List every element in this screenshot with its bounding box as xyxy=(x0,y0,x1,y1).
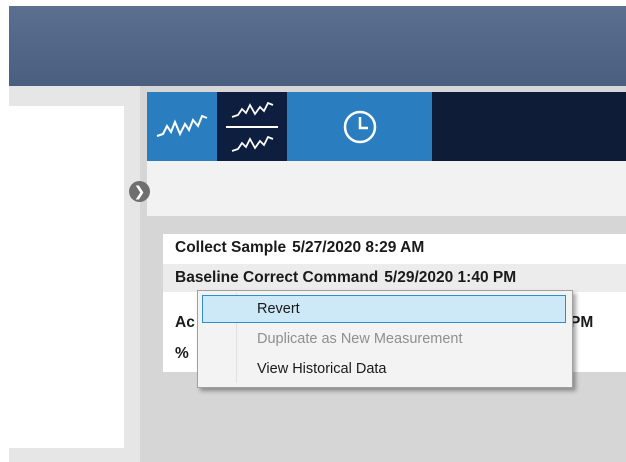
title-bar xyxy=(9,6,626,86)
spectrum-icon xyxy=(156,114,208,137)
menu-item-view-historical-data[interactable]: View Historical Data xyxy=(202,355,566,383)
history-row-label: Ac xyxy=(175,314,195,331)
split-spectrum-icon-top xyxy=(230,95,274,125)
history-row-label: Baseline Correct Command xyxy=(175,269,379,286)
history-row[interactable]: Baseline Correct Command 5/29/2020 1:40 P… xyxy=(163,264,626,292)
chevron-right-icon: ❯ xyxy=(133,183,146,199)
sub-toolbar xyxy=(147,161,626,216)
split-divider xyxy=(226,125,278,128)
menu-item-duplicate-as-new-measurement[interactable]: Duplicate as New Measurement xyxy=(202,325,566,353)
split-spectrum-view-button[interactable] xyxy=(217,92,287,161)
spectrum-mini-icon xyxy=(231,135,274,152)
left-panel xyxy=(9,86,140,462)
split-spectrum-icon xyxy=(231,101,274,118)
split-spectrum-icon-bottom xyxy=(230,129,274,159)
left-panel-content xyxy=(9,106,124,448)
menu-item-revert[interactable]: Revert xyxy=(202,295,566,323)
context-menu: Revert Duplicate as New Measurement View… xyxy=(197,290,573,388)
history-row-date: 5/27/2020 8:29 AM xyxy=(292,239,425,256)
expand-panel-button[interactable]: ❯ xyxy=(129,181,150,202)
spectrum-view-button[interactable] xyxy=(147,92,217,161)
history-row-label: % xyxy=(175,345,189,362)
history-row-date: 5/29/2020 1:40 PM xyxy=(384,269,517,286)
history-view-button[interactable] xyxy=(287,92,432,161)
history-row[interactable]: Collect Sample 5/27/2020 8:29 AM xyxy=(163,234,626,262)
view-toolbar xyxy=(147,92,626,161)
history-row-date: PM xyxy=(570,314,594,331)
history-row-label: Collect Sample xyxy=(175,239,287,256)
clock-icon xyxy=(343,110,376,143)
